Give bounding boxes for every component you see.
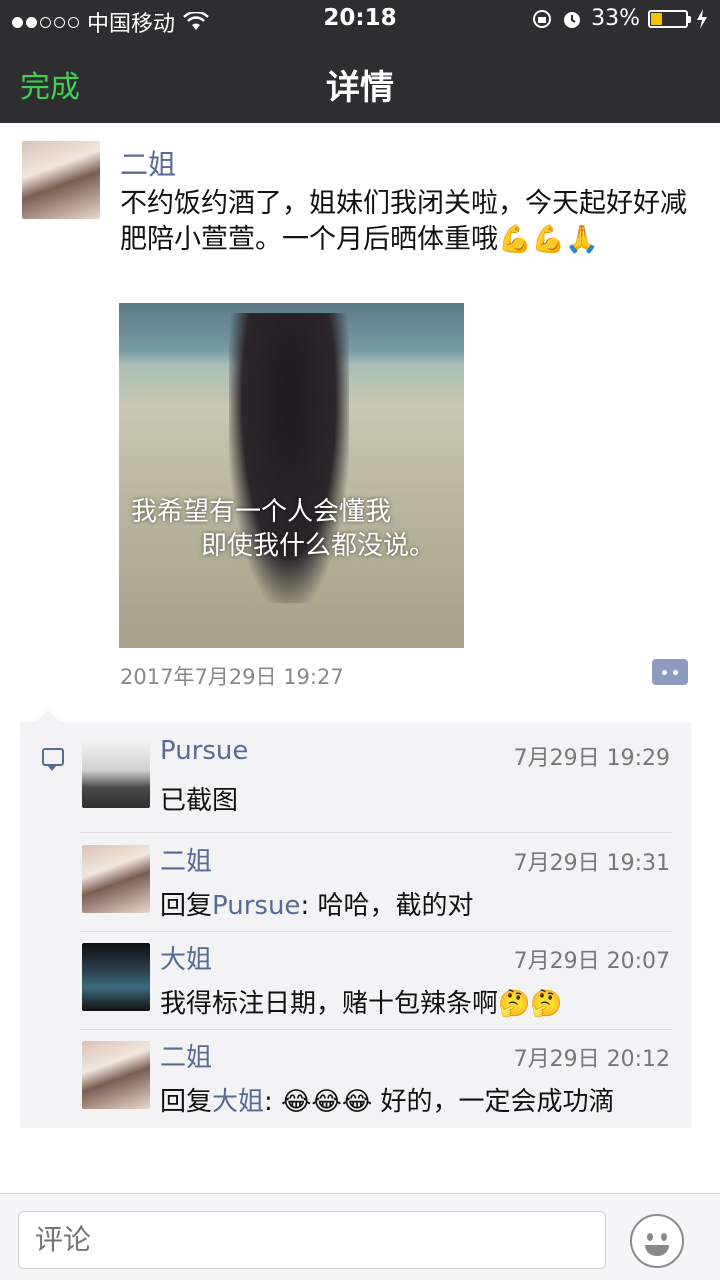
comment-input-bar <box>0 1193 720 1280</box>
post-author-avatar[interactable] <box>22 141 100 219</box>
navigation-bar: 完成 详情 <box>0 40 720 123</box>
comment-time: 7月29日 19:29 <box>513 746 670 771</box>
commenter-avatar[interactable] <box>82 740 150 808</box>
photo-caption-line1: 我希望有一个人会懂我 <box>131 497 392 527</box>
battery-icon <box>648 9 691 28</box>
charging-bolt-icon <box>697 8 707 29</box>
comment-text: 回复Pursue: 哈哈，截的对 <box>160 891 474 921</box>
commenter-avatar[interactable] <box>82 943 150 1011</box>
comment-item[interactable]: 大姐 7月29日 20:07 我得标注日期，赌十包辣条啊🤔🤔 <box>82 935 672 1035</box>
status-bar: 中国移动 20:18 33% <box>0 0 720 40</box>
page-title: 详情 <box>326 68 394 108</box>
top-bar: 中国移动 20:18 33% 完成 详情 <box>0 0 720 123</box>
comment-divider <box>80 1029 672 1030</box>
comment-text: 回复大姐: 😂😂😂 好的，一定会成功滴 <box>160 1087 615 1117</box>
status-right: 33% <box>531 6 708 31</box>
post-text: 不约饭约酒了，姐妹们我闭关啦，今天起好好减肥陪小萱萱。一个月后晒体重哦💪💪🙏 <box>120 188 687 255</box>
reply-target-name[interactable]: Pursue <box>212 891 300 921</box>
photo-caption-line2: 即使我什么都没说。 <box>201 531 436 561</box>
post-timestamp: 2017年7月29日 19:27 <box>120 665 344 689</box>
commenter-name[interactable]: 二姐 <box>160 1037 212 1074</box>
battery-percentage: 33% <box>591 6 640 31</box>
commenter-name[interactable]: Pursue <box>160 736 248 766</box>
comment-item[interactable]: Pursue 7月29日 19:29 已截图 <box>82 732 672 832</box>
comment-time: 7月29日 20:07 <box>513 949 670 974</box>
comment-text: 我得标注日期，赌十包辣条啊🤔🤔 <box>160 989 563 1019</box>
comment-time: 7月29日 20:12 <box>513 1047 670 1072</box>
orientation-lock-icon <box>533 9 552 28</box>
comment-time: 7月29日 19:31 <box>513 851 670 876</box>
comment-divider <box>80 931 672 932</box>
post-author-name[interactable]: 二姐 <box>120 143 176 183</box>
commenter-avatar[interactable] <box>82 1041 150 1109</box>
emoji-button[interactable] <box>630 1214 684 1268</box>
comment-input[interactable] <box>18 1211 606 1269</box>
commenter-name[interactable]: 大姐 <box>160 939 212 976</box>
comment-item[interactable]: 二姐 7月29日 19:31 回复Pursue: 哈哈，截的对 <box>82 837 672 937</box>
comment-text: 已截图 <box>160 786 239 816</box>
commenter-name[interactable]: 二姐 <box>160 841 212 878</box>
comment-bubble-icon <box>42 748 64 771</box>
battery-level <box>651 12 663 25</box>
post-photo[interactable]: 我希望有一个人会懂我 即使我什么都没说。 <box>119 303 464 648</box>
comment-pointer <box>36 710 60 722</box>
reply-target-name[interactable]: 大姐 <box>212 1087 264 1117</box>
comment-item[interactable]: 二姐 7月29日 20:12 回复大姐: 😂😂😂 好的，一定会成功滴 <box>82 1033 672 1133</box>
alarm-clock-icon <box>564 11 581 28</box>
commenter-avatar[interactable] <box>82 845 150 913</box>
smiley-face-icon <box>647 1233 653 1241</box>
more-actions-button[interactable] <box>652 659 688 685</box>
comment-divider <box>80 832 672 833</box>
